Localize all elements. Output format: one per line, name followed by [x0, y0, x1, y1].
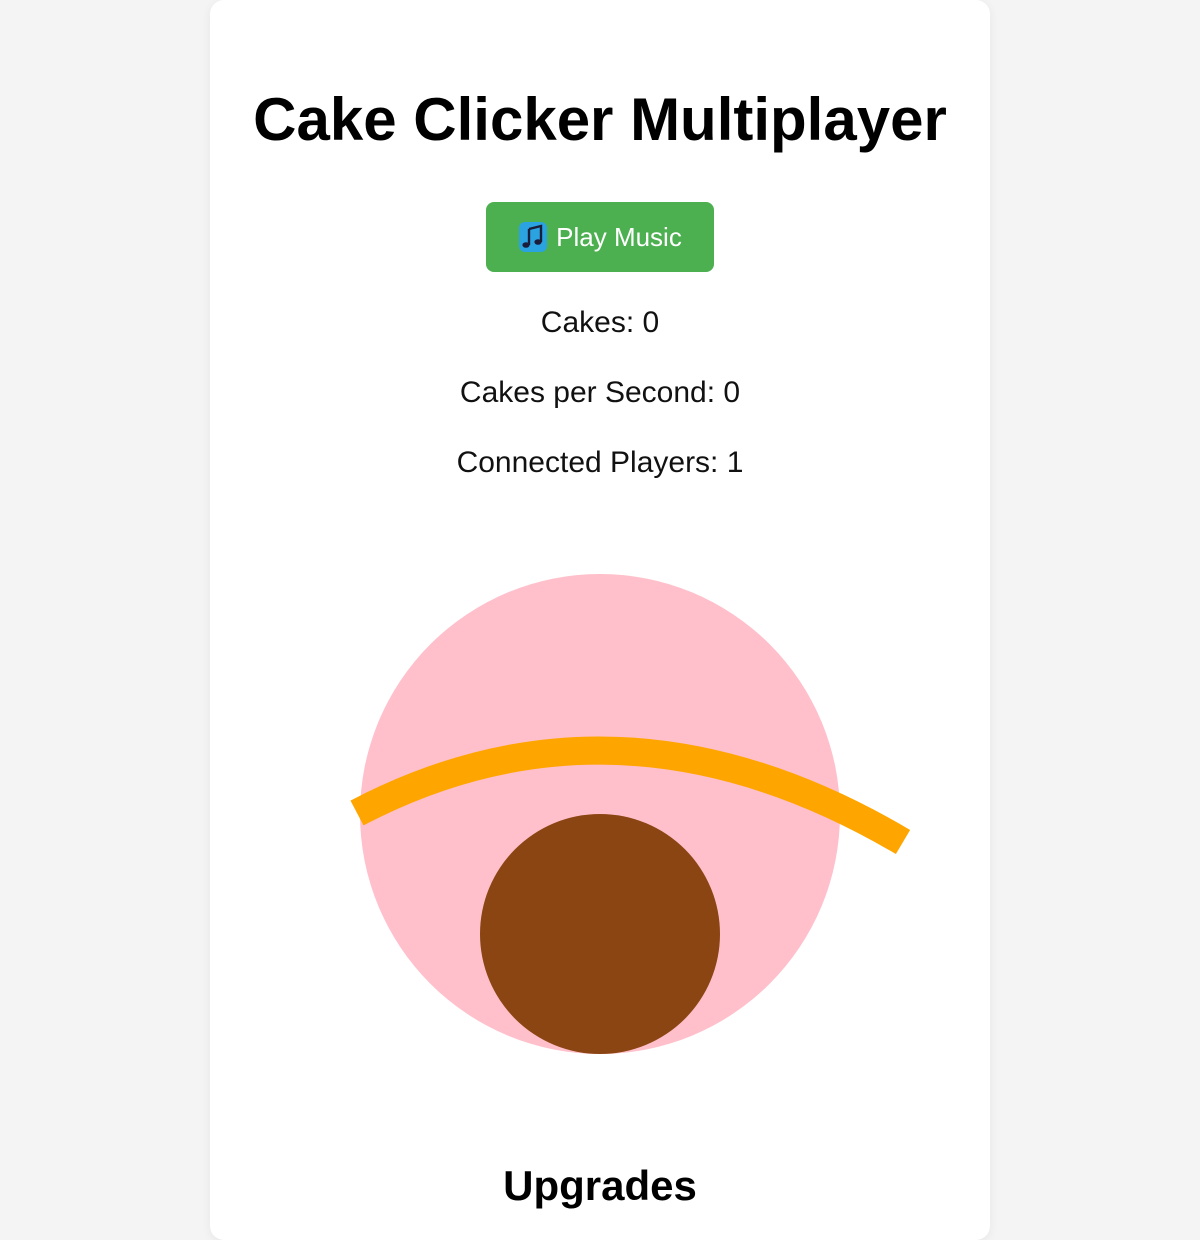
music-note-icon — [519, 222, 548, 252]
cake-button[interactable] — [350, 570, 911, 1060]
cake-chocolate-center — [480, 814, 720, 1054]
cakes-per-second: Cakes per Second: 0 — [459, 376, 741, 409]
play-music-button[interactable]: Play Music — [486, 202, 714, 272]
game-card: Cake Clicker Multiplayer Play Music Cake… — [210, 0, 990, 1240]
play-music-label: Play Music — [556, 221, 682, 252]
cakes-count: Cakes: 0 — [540, 306, 660, 339]
page-title: Cake Clicker Multiplayer — [253, 86, 947, 153]
upgrades-heading: Upgrades — [503, 1162, 697, 1209]
connected-players: Connected Players: 1 — [456, 446, 744, 479]
